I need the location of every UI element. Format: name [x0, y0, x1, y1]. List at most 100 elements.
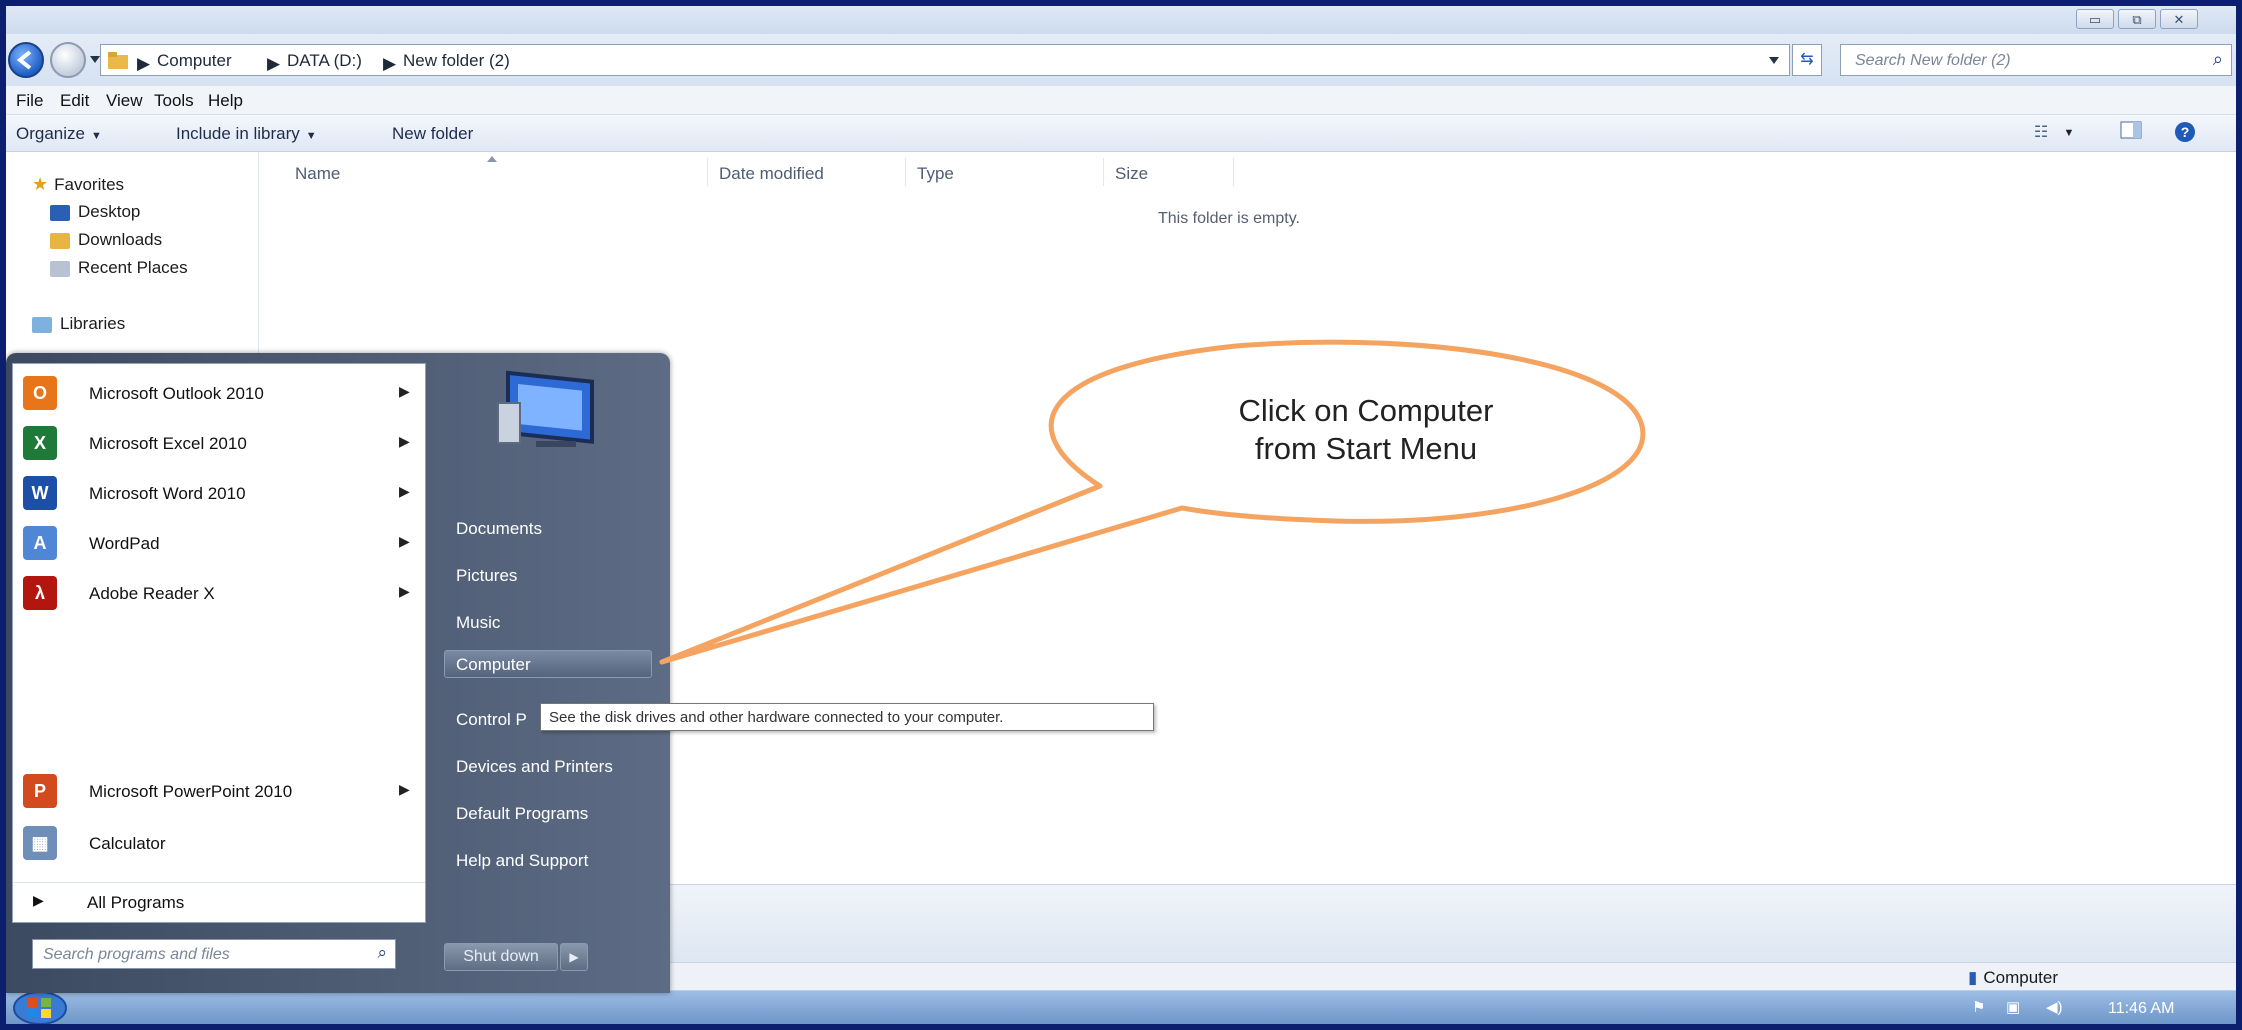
action-center-icon[interactable]: ⚑ [1972, 998, 1985, 1016]
system-tray: ⚑ ▣ ◀) [1966, 996, 2236, 1020]
column-headers: Name Date modified Type Size [259, 152, 2236, 186]
all-programs-arrow-icon: ▶ [33, 892, 44, 908]
breadcrumb-arrow-icon: ▶ [137, 54, 151, 73]
include-library-label: Include in library [176, 124, 300, 143]
start-right-panel: Documents Pictures Music Computer Contro… [426, 353, 670, 993]
windows-orb-icon [13, 991, 67, 1024]
search-placeholder: Search New folder (2) [1855, 52, 2011, 69]
start-link-computer[interactable]: Computer [456, 655, 531, 675]
submenu-arrow-icon[interactable]: ▶ [399, 483, 410, 500]
start-link-help-and-support[interactable]: Help and Support [456, 851, 588, 871]
search-icon[interactable]: ⌕ [2213, 49, 2223, 70]
submenu-arrow-icon[interactable]: ▶ [399, 781, 410, 798]
nav-favorites-label: Favorites [54, 175, 125, 194]
word-icon: W [23, 476, 57, 510]
nav-favorites[interactable]: ★ Favorites [32, 174, 124, 195]
search-input[interactable]: Search New folder (2) ⌕ [1840, 44, 2232, 76]
minimize-button[interactable]: ▭ [2076, 9, 2114, 29]
breadcrumb-new-folder[interactable]: New folder (2) [403, 51, 510, 71]
program-adobe-reader[interactable]: λ Adobe Reader X ▶ [13, 570, 425, 616]
program-outlook[interactable]: O Microsoft Outlook 2010 ▶ [13, 370, 425, 416]
menu-file[interactable]: File [16, 91, 43, 111]
back-button[interactable] [8, 42, 44, 78]
start-button[interactable] [10, 990, 76, 1024]
include-in-library-button[interactable]: Include in library ▼ [176, 124, 317, 144]
tooltip-text: See the disk drives and other hardware c… [549, 709, 1004, 726]
forward-button[interactable] [50, 42, 86, 78]
taskbar-clock[interactable]: 11:46 AM [2108, 1000, 2174, 1018]
program-wordpad[interactable]: A WordPad ▶ [13, 520, 425, 566]
menu-help[interactable]: Help [208, 91, 243, 111]
shutdown-options-arrow-icon[interactable]: ▶ [560, 943, 588, 971]
address-bar[interactable]: ▶ Computer ▶ DATA (D:) ▶ New folder (2) [100, 44, 1790, 76]
program-label: Microsoft PowerPoint 2010 [89, 782, 293, 801]
submenu-arrow-icon[interactable]: ▶ [399, 533, 410, 550]
menu-edit[interactable]: Edit [60, 91, 89, 111]
refresh-button[interactable]: ⇆ [1792, 44, 1822, 76]
powerpoint-icon: P [23, 774, 57, 808]
column-date-modified[interactable]: Date modified [719, 164, 824, 184]
column-name[interactable]: Name [295, 164, 340, 184]
start-search-placeholder: Search programs and files [43, 946, 230, 963]
nav-downloads[interactable]: Downloads [50, 230, 162, 250]
computer-tooltip: See the disk drives and other hardware c… [540, 703, 1154, 731]
start-link-music[interactable]: Music [456, 613, 500, 633]
start-link-control-panel[interactable]: Control P [456, 710, 527, 730]
menu-tools[interactable]: Tools [154, 91, 194, 111]
new-folder-button[interactable]: New folder [392, 124, 473, 144]
submenu-arrow-icon[interactable]: ▶ [399, 383, 410, 400]
nav-desktop-label: Desktop [78, 202, 141, 221]
view-options-icon[interactable]: ☷ [2028, 121, 2054, 145]
chevron-down-icon[interactable]: ▼ [2056, 121, 2082, 145]
program-label: Microsoft Excel 2010 [89, 434, 247, 453]
network-icon[interactable]: ▣ [2006, 998, 2020, 1016]
menu-view[interactable]: View [106, 91, 143, 111]
breadcrumb-arrow-icon: ▶ [383, 54, 397, 73]
outlook-icon: O [23, 376, 57, 410]
program-excel[interactable]: X Microsoft Excel 2010 ▶ [13, 420, 425, 466]
submenu-arrow-icon[interactable]: ▶ [399, 583, 410, 600]
computer-icon: ▮ [1968, 968, 1978, 987]
address-row: ▶ Computer ▶ DATA (D:) ▶ New folder (2) … [6, 34, 2236, 86]
help-icon[interactable]: ? [2172, 121, 2198, 145]
nav-desktop[interactable]: Desktop [50, 202, 140, 222]
column-type[interactable]: Type [917, 164, 954, 184]
search-icon[interactable]: ⌕ [377, 943, 387, 963]
taskbar [6, 990, 2236, 1024]
address-dropdown-chevron-icon[interactable] [1769, 57, 1779, 65]
start-link-default-programs[interactable]: Default Programs [456, 804, 588, 824]
empty-folder-message: This folder is empty. [1158, 210, 1300, 227]
volume-icon[interactable]: ◀) [2046, 998, 2063, 1016]
close-button[interactable]: ✕ [2160, 9, 2198, 29]
folder-icon [108, 52, 128, 69]
preview-pane-icon[interactable] [2118, 121, 2144, 145]
nav-libraries[interactable]: Libraries [32, 314, 125, 334]
all-programs-label: All Programs [87, 893, 185, 912]
svg-text:?: ? [2181, 124, 2190, 140]
organize-button[interactable]: Organize ▼ [16, 124, 102, 144]
start-link-devices-and-printers[interactable]: Devices and Printers [456, 757, 613, 777]
start-link-pictures[interactable]: Pictures [456, 566, 517, 586]
chevron-down-icon: ▼ [305, 130, 317, 142]
program-label: Microsoft Word 2010 [89, 484, 246, 503]
column-size[interactable]: Size [1115, 164, 1148, 184]
start-search-input[interactable]: Search programs and files ⌕ [32, 939, 396, 969]
shutdown-button[interactable]: Shut down [444, 943, 558, 971]
start-link-documents[interactable]: Documents [456, 519, 542, 539]
start-programs-panel: O Microsoft Outlook 2010 ▶ X Microsoft E… [12, 363, 426, 923]
all-programs[interactable]: ▶ All Programs [13, 882, 425, 921]
recent-pages-chevron-icon[interactable] [90, 56, 100, 64]
breadcrumb-computer[interactable]: Computer [157, 51, 232, 71]
libraries-icon [32, 316, 52, 333]
breadcrumb-data-drive[interactable]: DATA (D:) [287, 51, 362, 71]
program-powerpoint[interactable]: P Microsoft PowerPoint 2010 ▶ [13, 768, 425, 814]
nav-downloads-label: Downloads [78, 230, 163, 249]
nav-recent-places[interactable]: Recent Places [50, 258, 188, 278]
restore-button[interactable]: ⧉ [2118, 9, 2156, 29]
excel-icon: X [23, 426, 57, 460]
submenu-arrow-icon[interactable]: ▶ [399, 433, 410, 450]
computer-monitor-icon [497, 370, 594, 447]
program-word[interactable]: W Microsoft Word 2010 ▶ [13, 470, 425, 516]
program-calculator[interactable]: ▦ Calculator [13, 820, 425, 866]
star-icon: ★ [32, 174, 49, 194]
